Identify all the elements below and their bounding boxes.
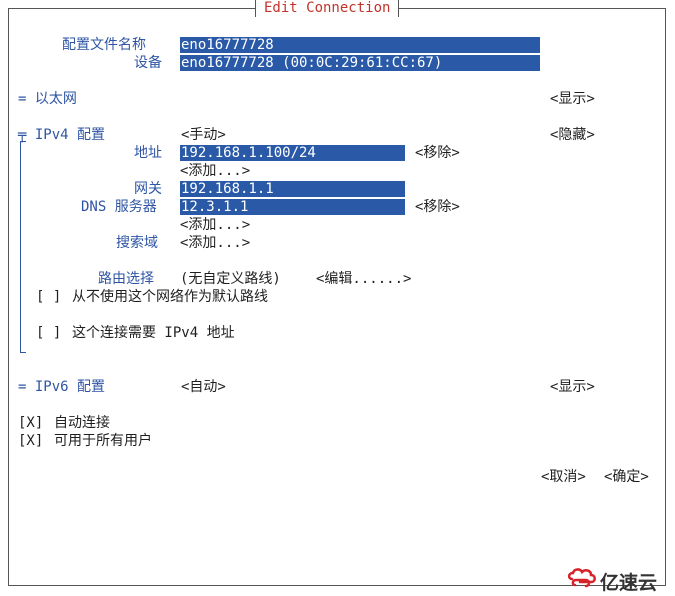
ipv4-method-dropdown[interactable]: <手动> (181, 127, 226, 143)
require-ipv4-label: 这个连接需要 IPv4 地址 (72, 325, 235, 341)
routing-value: (无自定义路线) (180, 271, 281, 287)
address-add-button[interactable]: <添加...> (180, 163, 250, 179)
dns-label: DNS 服务器 (81, 199, 157, 215)
routing-label: 路由选择 (98, 271, 154, 287)
ipv6-method-dropdown[interactable]: <自动> (181, 379, 226, 395)
all-users-label: 可用于所有用户 (54, 433, 152, 449)
address-label: 地址 (134, 145, 162, 161)
dns-input[interactable]: 12.3.1.1 (180, 199, 405, 215)
search-domain-add-button[interactable]: <添加...> (180, 235, 250, 251)
ipv4-section-bracket (20, 141, 26, 353)
never-default-checkbox[interactable]: [ ] (36, 289, 61, 305)
never-default-label: 从不使用这个网络作为默认路线 (72, 289, 268, 305)
search-domain-label: 搜索域 (116, 235, 158, 251)
yisu-cloud-logo: 亿速云 (566, 566, 675, 594)
ethernet-show-button[interactable]: <显示> (550, 91, 595, 107)
routing-edit-button[interactable]: <编辑......> (316, 271, 411, 287)
profile-name-label: 配置文件名称 (62, 37, 146, 53)
require-ipv4-checkbox[interactable]: [ ] (36, 325, 61, 341)
dns-remove-button[interactable]: <移除> (415, 199, 460, 215)
autoconnect-checkbox[interactable]: [X] (18, 415, 43, 431)
cancel-button[interactable]: <取消> (541, 469, 586, 485)
address-remove-button[interactable]: <移除> (415, 145, 460, 161)
address-input[interactable]: 192.168.1.100/24 (180, 145, 405, 162)
profile-name-input[interactable]: eno16777728 (180, 37, 540, 54)
gateway-input[interactable]: 192.168.1.1 (180, 181, 405, 198)
ok-button[interactable]: <确定> (604, 469, 649, 485)
cloud-logo-icon (567, 568, 596, 588)
watermark-text: 亿速云 (600, 572, 658, 594)
ipv4-hide-button[interactable]: <隐藏> (550, 127, 595, 143)
gateway-label: 网关 (134, 181, 162, 197)
all-users-checkbox[interactable]: [X] (18, 433, 43, 449)
ipv6-show-button[interactable]: <显示> (550, 379, 595, 395)
dns-add-button[interactable]: <添加...> (180, 217, 250, 233)
autoconnect-label: 自动连接 (54, 415, 110, 431)
device-label: 设备 (134, 55, 162, 71)
window-title: Edit Connection (255, 0, 400, 17)
ethernet-section-label[interactable]: = 以太网 (18, 91, 77, 107)
ipv6-section-label[interactable]: = IPv6 配置 (18, 379, 105, 395)
ipv4-section-label[interactable]: ╤ IPv4 配置 (18, 127, 105, 143)
device-input[interactable]: eno16777728 (00:0C:29:61:CC:67) (180, 55, 540, 71)
